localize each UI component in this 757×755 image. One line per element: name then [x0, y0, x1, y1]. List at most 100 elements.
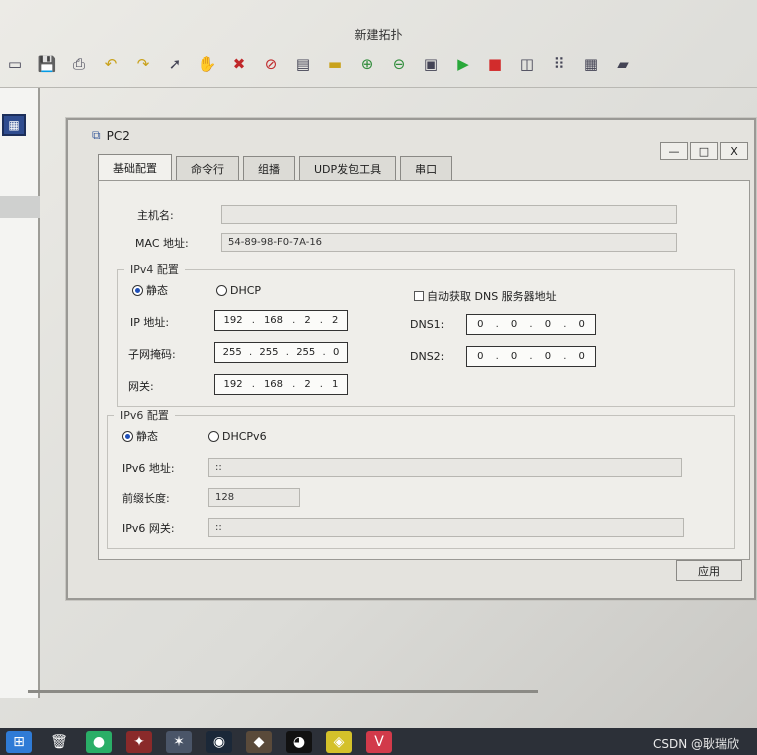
- delete-link-icon[interactable]: ⊘: [260, 54, 282, 76]
- ip-dot: .: [251, 315, 255, 326]
- game-icon[interactable]: ✦: [126, 730, 152, 753]
- cli-icon[interactable]: ▰: [612, 54, 634, 76]
- tab-serial[interactable]: 串口: [400, 156, 453, 180]
- ipv6-group-title: IPv6 配置: [114, 407, 175, 423]
- ip-octet: 0: [578, 319, 585, 330]
- pc-icon: ⧉: [92, 128, 101, 142]
- auto-dns-label: 自动获取 DNS 服务器地址: [427, 290, 557, 303]
- ip-octet: 255: [259, 347, 279, 358]
- redo-icon[interactable]: ↷: [132, 54, 154, 76]
- ip-dot: .: [319, 379, 323, 390]
- checkbox-icon: [414, 291, 424, 301]
- ipv6-static-radio[interactable]: 静态: [122, 428, 158, 444]
- valorant-icon[interactable]: V: [366, 730, 392, 753]
- ipv6-gateway-input[interactable]: ::: [208, 518, 684, 537]
- close-button[interactable]: X: [720, 142, 748, 160]
- ipv6-dhcpv6-label: DHCPv6: [222, 430, 267, 443]
- ip-octet: 192: [223, 379, 243, 390]
- tab-udp-tool[interactable]: UDP发包工具: [299, 156, 397, 180]
- prefix-length-label: 前缀长度:: [122, 492, 170, 505]
- ip-octet: 2: [332, 315, 339, 326]
- topology-icon[interactable]: ⠿: [548, 54, 570, 76]
- ip-octet: 0: [544, 351, 552, 362]
- tab-basic-config[interactable]: 基础配置: [98, 154, 172, 180]
- ip-octet: 0: [332, 347, 340, 358]
- fit-icon[interactable]: ▣: [420, 54, 442, 76]
- dns1-label: DNS1:: [410, 318, 445, 331]
- ip-octet: 2: [304, 315, 311, 326]
- prefix-length-input[interactable]: 128: [208, 488, 300, 507]
- ip-label: IP 地址:: [130, 316, 170, 329]
- tab-multicast[interactable]: 组播: [243, 156, 295, 180]
- dialog-title-text: PC2: [106, 128, 130, 143]
- steam-icon[interactable]: ◉: [206, 730, 232, 753]
- ip-dot: .: [563, 351, 567, 362]
- maximize-button[interactable]: □: [690, 142, 718, 160]
- ip-dot: .: [285, 347, 289, 358]
- app-icon[interactable]: ◈: [326, 730, 352, 753]
- delete-icon[interactable]: ✖: [228, 54, 250, 76]
- ip-octet: 0: [510, 319, 518, 330]
- ipv4-group: IPv4 配置 静态 DHCP 自动获取 DNS 服务器地址 IP 地址: 19…: [117, 261, 735, 407]
- capture-icon[interactable]: ◫: [516, 54, 538, 76]
- ip-octet: 1: [332, 379, 339, 390]
- tab-command-line[interactable]: 命令行: [176, 156, 239, 180]
- game2-icon[interactable]: ◆: [246, 730, 272, 753]
- ipv4-static-radio[interactable]: 静态: [132, 282, 168, 298]
- grid-icon[interactable]: ▦: [580, 54, 602, 76]
- ip-octet: 0: [510, 351, 518, 362]
- cs-icon[interactable]: ✶: [166, 730, 192, 753]
- ip-octet: 0: [544, 319, 552, 330]
- qq-icon[interactable]: ◕: [286, 730, 312, 753]
- save-icon[interactable]: 💾: [36, 54, 58, 76]
- apply-button[interactable]: 应用: [676, 560, 742, 581]
- ip-octet: 168: [263, 315, 284, 326]
- ip-octet: 255: [222, 347, 242, 358]
- ipv6-address-label: IPv6 地址:: [122, 462, 175, 475]
- undo-icon[interactable]: ↶: [100, 54, 122, 76]
- hand-icon[interactable]: ✋: [196, 54, 218, 76]
- basic-config-panel: 主机名: MAC 地址: 54-89-98-F0-7A-16 IPv4 配置 静…: [98, 180, 750, 560]
- dns1-input[interactable]: 0. 0. 0. 0: [466, 314, 596, 335]
- dns2-input[interactable]: 0. 0. 0. 0: [466, 346, 596, 367]
- gateway-label: 网关:: [128, 380, 154, 393]
- hostname-label: 主机名:: [137, 209, 174, 222]
- rectangle-icon[interactable]: ▬: [324, 54, 346, 76]
- ip-octet: 255: [296, 347, 316, 358]
- auto-dns-checkbox[interactable]: 自动获取 DNS 服务器地址: [414, 288, 557, 304]
- ip-octet: 0: [477, 351, 484, 362]
- print-icon[interactable]: ⎙: [68, 54, 90, 76]
- start-icon[interactable]: ▶: [452, 54, 474, 76]
- stop-icon[interactable]: ■: [484, 54, 506, 76]
- ipv4-group-title: IPv4 配置: [124, 261, 185, 277]
- zoom-in-icon[interactable]: ⊕: [356, 54, 378, 76]
- ip-dot: .: [529, 351, 533, 362]
- dialog-title: ⧉ PC2: [92, 128, 130, 143]
- zoom-out-icon[interactable]: ⊖: [388, 54, 410, 76]
- minimize-button[interactable]: —: [660, 142, 688, 160]
- ip-dot: .: [529, 319, 533, 330]
- tab-bar: 基础配置 命令行 组播 UDP发包工具 串口: [98, 154, 453, 180]
- device-list-icon[interactable]: ▦: [2, 114, 26, 136]
- ip-dot: .: [251, 379, 255, 390]
- recycle-bin-icon[interactable]: 🗑: [46, 731, 72, 753]
- windows-icon[interactable]: ⊞: [6, 730, 32, 753]
- ipv6-address-input[interactable]: ::: [208, 458, 682, 477]
- ipv4-static-label: 静态: [146, 284, 168, 297]
- wechat-icon[interactable]: ●: [86, 730, 112, 753]
- pointer-icon[interactable]: ➚: [164, 54, 186, 76]
- ipv6-dhcpv6-radio[interactable]: DHCPv6: [208, 430, 267, 443]
- ipv4-dhcp-radio[interactable]: DHCP: [216, 284, 261, 297]
- pc-config-dialog: ⧉ PC2 — □ X 基础配置 命令行 组播 UDP发包工具 串口 主机名: …: [66, 118, 756, 600]
- ip-address-input[interactable]: 192. 168. 2. 2: [214, 310, 348, 331]
- hostname-input[interactable]: [221, 205, 677, 224]
- horizontal-scrollbar[interactable]: [28, 690, 538, 693]
- text-icon[interactable]: ▤: [292, 54, 314, 76]
- dns2-label: DNS2:: [410, 350, 445, 363]
- subnet-mask-input[interactable]: 255. 255. 255. 0: [214, 342, 348, 363]
- ip-dot: .: [248, 347, 253, 358]
- ip-dot: .: [319, 315, 323, 326]
- gateway-input[interactable]: 192. 168. 2. 1: [214, 374, 348, 395]
- ip-octet: 0: [477, 319, 484, 330]
- open-icon[interactable]: ▭: [4, 54, 26, 76]
